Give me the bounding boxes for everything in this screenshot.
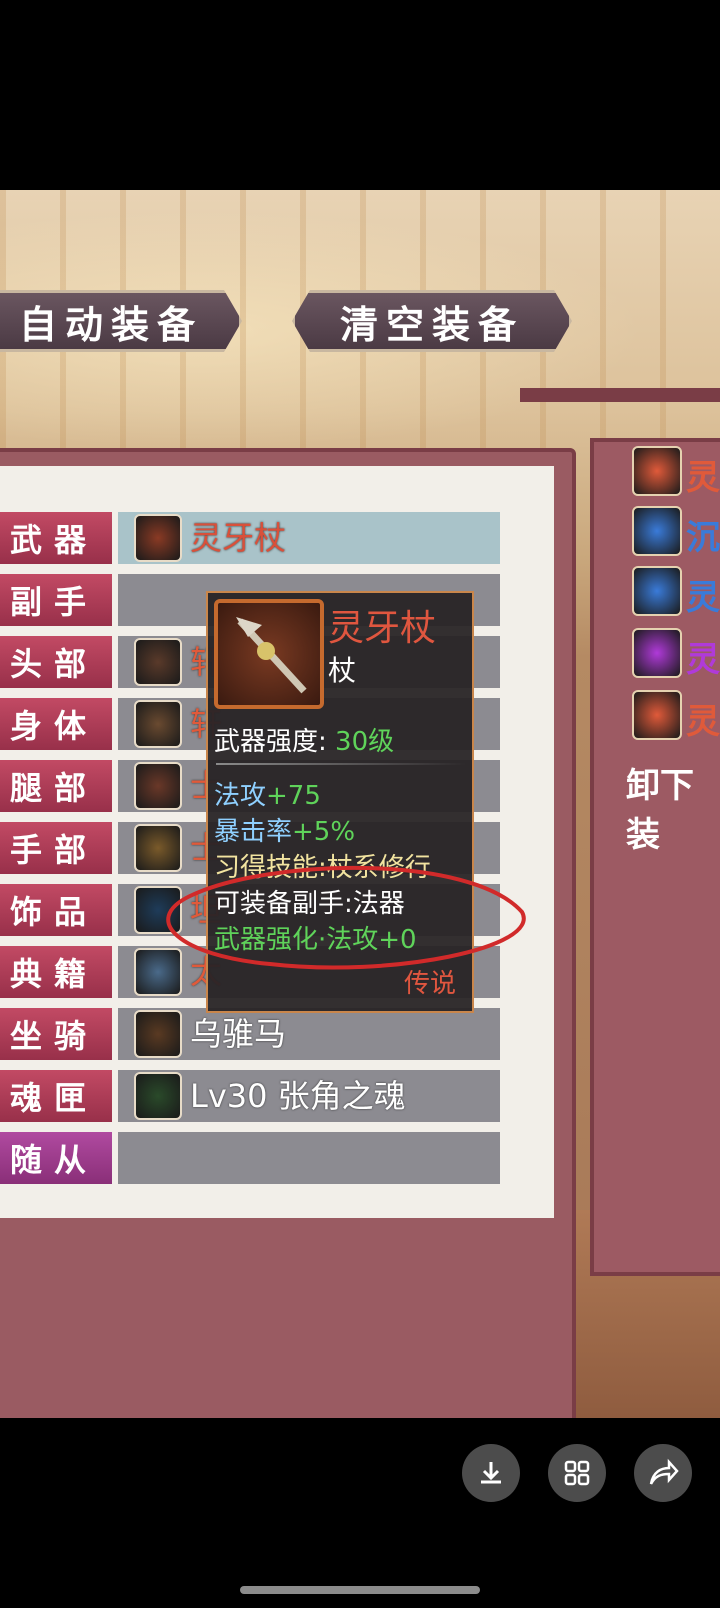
slot-content[interactable]: 灵牙杖 bbox=[118, 512, 500, 564]
item-icon bbox=[134, 762, 182, 810]
slot-label: 武器 bbox=[0, 512, 112, 564]
item-icon bbox=[134, 514, 182, 562]
slot-label: 饰品 bbox=[0, 884, 112, 936]
slot-label: 魂匣 bbox=[0, 1070, 112, 1122]
inventory-item-name[interactable]: 灵 bbox=[686, 570, 720, 619]
tooltip-item-name: 灵牙杖 bbox=[328, 608, 437, 649]
inventory-item-icon[interactable] bbox=[632, 566, 682, 616]
slot-label: 头部 bbox=[0, 636, 112, 688]
panel-roof bbox=[520, 388, 720, 402]
item-name: 灵牙杖 bbox=[190, 519, 287, 557]
clear-equip-button[interactable]: 清空装备 bbox=[292, 290, 572, 352]
grid-icon bbox=[564, 1460, 590, 1486]
tooltip-stat-0: 法攻+75 bbox=[214, 775, 321, 812]
auto-equip-button[interactable]: 自动装备 bbox=[0, 290, 242, 352]
equipment-row[interactable]: 随从 bbox=[0, 1132, 500, 1184]
strength-label: 武器强度: bbox=[214, 727, 327, 757]
inventory-item-name[interactable]: 沉 bbox=[686, 510, 720, 559]
home-indicator[interactable] bbox=[240, 1586, 480, 1594]
inventory-item-icon[interactable] bbox=[632, 446, 682, 496]
stat-value: +75 bbox=[266, 781, 321, 811]
share-button[interactable] bbox=[634, 1444, 692, 1502]
tooltip-item-type: 杖 bbox=[328, 654, 357, 687]
slot-content[interactable]: 乌骓马 bbox=[118, 1008, 500, 1060]
clear-equip-label: 清空装备 bbox=[339, 302, 524, 347]
inventory-item-icon[interactable] bbox=[632, 506, 682, 556]
slot-content[interactable]: Lv30 张角之魂 bbox=[118, 1070, 500, 1122]
item-icon bbox=[134, 1072, 182, 1120]
tooltip-strength: 武器强度: 30级 bbox=[214, 721, 394, 758]
annotation-circle bbox=[166, 865, 526, 970]
inventory-item-name[interactable]: 灵 bbox=[686, 632, 720, 681]
auto-equip-label: 自动装备 bbox=[18, 302, 203, 347]
equipment-row[interactable]: 武器 灵牙杖 bbox=[0, 512, 500, 564]
grid-button[interactable] bbox=[548, 1444, 606, 1502]
strength-value: 30级 bbox=[335, 727, 395, 757]
download-icon bbox=[481, 1462, 501, 1484]
staff-icon bbox=[214, 599, 324, 709]
slot-label: 副手 bbox=[0, 574, 112, 626]
slot-content[interactable] bbox=[118, 1132, 500, 1184]
inventory-item-name[interactable]: 灵 bbox=[686, 694, 720, 743]
inventory-item-icon[interactable] bbox=[632, 690, 682, 740]
slot-label: 典籍 bbox=[0, 946, 112, 998]
download-button[interactable] bbox=[462, 1444, 520, 1502]
tooltip-stat-1: 暴击率+5% bbox=[214, 811, 355, 848]
slot-label: 腿部 bbox=[0, 760, 112, 812]
inventory-item-icon[interactable] bbox=[632, 628, 682, 678]
item-icon bbox=[134, 700, 182, 748]
divider bbox=[216, 763, 466, 765]
equipment-row[interactable]: 坐骑 乌骓马 bbox=[0, 1008, 500, 1060]
item-name: Lv30 张角之魂 bbox=[190, 1077, 406, 1115]
item-name: 乌骓马 bbox=[190, 1015, 287, 1053]
stat-value: +5% bbox=[292, 817, 356, 847]
slot-label: 随从 bbox=[0, 1132, 112, 1184]
equipment-row[interactable]: 魂匣 Lv30 张角之魂 bbox=[0, 1070, 500, 1122]
stat-label: 法攻 bbox=[214, 781, 267, 811]
item-icon bbox=[134, 1010, 182, 1058]
share-icon bbox=[649, 1458, 679, 1485]
inventory-panel bbox=[590, 438, 720, 1276]
slot-label: 手部 bbox=[0, 822, 112, 874]
item-icon bbox=[134, 638, 182, 686]
slot-label: 身体 bbox=[0, 698, 112, 750]
stat-label: 暴击率 bbox=[214, 817, 293, 847]
inventory-item-name[interactable]: 灵 bbox=[686, 450, 720, 499]
slot-label: 坐骑 bbox=[0, 1008, 112, 1060]
unequip-button[interactable]: 卸下装 bbox=[626, 758, 720, 856]
